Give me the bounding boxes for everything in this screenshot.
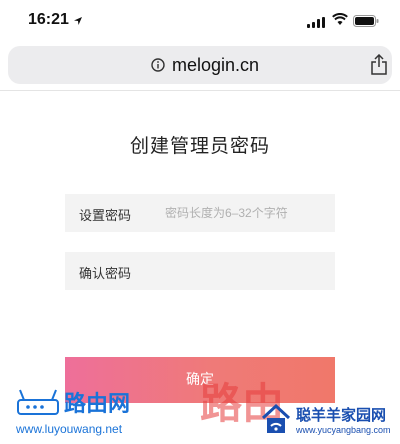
share-icon[interactable] (370, 53, 388, 81)
cellular-signal-icon (307, 15, 325, 33)
watermark-left-url: www.luyouwang.net (16, 422, 123, 436)
router-icon (16, 388, 60, 423)
battery-icon (353, 14, 379, 32)
status-bar: 16:21 (0, 0, 400, 40)
status-time: 16:21 (28, 11, 69, 28)
set-password-label: 设置密码 (79, 208, 132, 223)
confirm-password-field[interactable]: 确认密码 (65, 252, 335, 290)
set-password-field[interactable]: 设置密码 (65, 194, 335, 232)
confirm-password-label: 确认密码 (79, 266, 132, 281)
address-bar[interactable]: melogin.cn (8, 46, 392, 84)
watermark-yucyangbang: 聪羊羊家园网 www.yucyangbang.com (258, 398, 398, 442)
confirm-password-input[interactable] (165, 252, 329, 290)
watermark-right-url: www.yucyangbang.com (296, 425, 391, 435)
watermark-left-logo-text: 路由网 (64, 391, 131, 416)
set-password-input[interactable] (165, 194, 329, 232)
watermark-luyouwang: 路由网 www.luyouwang.net (10, 382, 140, 438)
url-text[interactable]: melogin.cn (172, 55, 259, 76)
header-divider (0, 90, 400, 91)
wifi-icon (332, 12, 348, 31)
location-arrow-icon (73, 13, 83, 31)
house-wifi-icon (260, 402, 292, 441)
watermark-right-text: 聪羊羊家园网 (296, 407, 387, 424)
info-icon[interactable] (151, 58, 165, 77)
page-title: 创建管理员密码 (129, 136, 270, 157)
